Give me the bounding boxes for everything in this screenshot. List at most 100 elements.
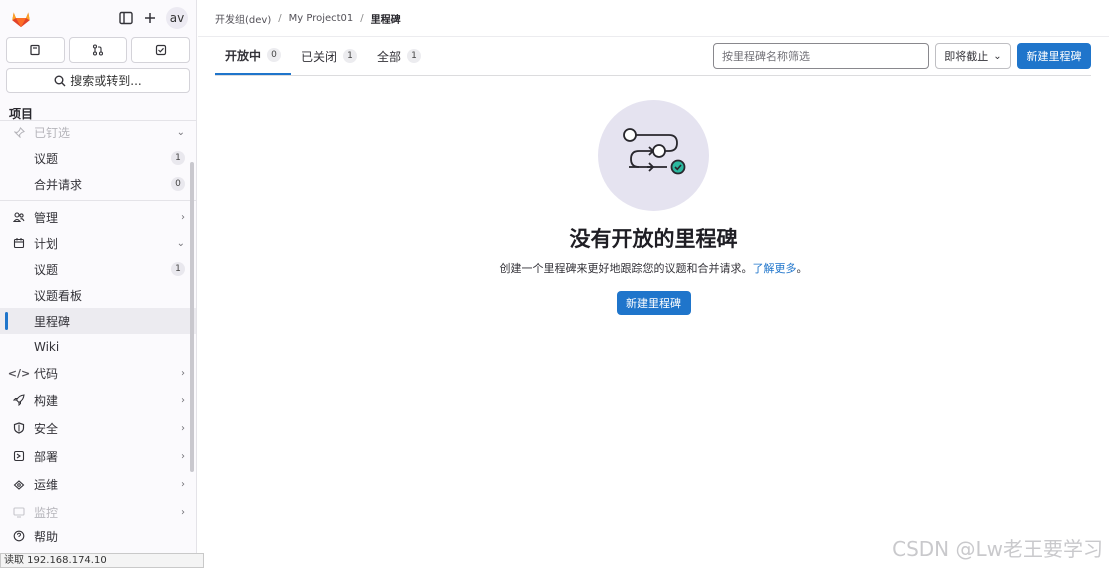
search-button[interactable]: 搜索或转到...	[6, 68, 190, 93]
avatar[interactable]: av	[166, 7, 188, 29]
sidebar-item-help[interactable]: 帮助	[0, 526, 196, 546]
tab-count-badge: 0	[267, 48, 282, 62]
sidebar-item-label: 监控	[34, 505, 59, 520]
sidebar-scrollbar[interactable]	[190, 162, 194, 472]
sidebar-top-bar: av	[0, 0, 196, 36]
rocket-icon	[11, 394, 27, 406]
sidebar-item-label: 安全	[34, 421, 59, 436]
monitor-icon	[11, 506, 27, 518]
breadcrumb-separator: /	[360, 12, 364, 24]
sidebar-item-milestones[interactable]: 里程碑	[0, 308, 196, 334]
chevron-right-icon: ›	[181, 367, 185, 379]
count-badge: 0	[171, 177, 185, 191]
milestone-illustration	[598, 100, 709, 211]
breadcrumb-current[interactable]: 里程碑	[371, 11, 401, 26]
cloud-gear-icon	[11, 478, 27, 490]
breadcrumb-project-link[interactable]: My Project01	[289, 13, 354, 24]
merge-requests-quick-button[interactable]	[68, 37, 128, 63]
chevron-right-icon: ›	[181, 211, 185, 223]
breadcrumb-separator: /	[278, 12, 282, 24]
sidebar-item-label: 部署	[34, 449, 59, 464]
main-content: 开发组(dev) / My Project01 / 里程碑 开放中 0 已关闭 …	[198, 0, 1109, 568]
sidebar-item-pinned-issues[interactable]: 议题 1	[0, 145, 196, 171]
help-icon	[11, 530, 27, 542]
issues-icon	[30, 44, 40, 56]
sidebar-item-label: 里程碑	[34, 314, 71, 329]
chevron-right-icon: ›	[181, 394, 185, 406]
tab-count-badge: 1	[407, 49, 422, 63]
sidebar-item-pinned[interactable]: 已钉选 ⌄	[0, 119, 196, 145]
todo-check-icon	[155, 44, 166, 56]
empty-state-title: 没有开放的里程碑	[569, 227, 738, 251]
quick-actions	[0, 36, 196, 63]
sidebar-item-security[interactable]: 安全 ›	[0, 414, 196, 442]
sidebar-item-plan[interactable]: 计划 ⌄	[0, 230, 196, 256]
sidebar-item-monitor[interactable]: 监控 ›	[0, 498, 196, 526]
sidebar-item-label: 议题	[34, 262, 59, 277]
sidebar: av 搜索或转到... 项目 已钉选 ⌄ 议题 1 合并请求 0 管理 › 计划…	[0, 0, 197, 568]
breadcrumb: 开发组(dev) / My Project01 / 里程碑	[198, 0, 1109, 37]
sidebar-item-manage[interactable]: 管理 ›	[0, 204, 196, 230]
chevron-right-icon: ›	[181, 506, 185, 518]
sidebar-item-deploy[interactable]: 部署 ›	[0, 442, 196, 470]
tab-label: 开放中	[225, 48, 262, 63]
sidebar-item-label: 议题看板	[34, 288, 83, 303]
merge-request-icon	[92, 44, 104, 56]
divider	[0, 200, 196, 201]
sidebar-item-label: Wiki	[34, 340, 60, 354]
shield-icon	[11, 422, 27, 434]
sidebar-item-label: 议题	[34, 151, 59, 166]
deploy-icon	[11, 450, 27, 462]
sidebar-item-operate[interactable]: 运维 ›	[0, 470, 196, 498]
sidebar-item-label: 帮助	[34, 529, 59, 544]
tab-closed[interactable]: 已关闭 1	[291, 37, 367, 75]
learn-more-link[interactable]: 了解更多	[753, 262, 797, 275]
chevron-down-icon: ⌄	[993, 50, 1002, 62]
todos-quick-button[interactable]	[131, 37, 191, 63]
sidebar-item-label: 管理	[34, 210, 59, 225]
new-milestone-button[interactable]: 新建里程碑	[1017, 43, 1091, 69]
chevron-right-icon: ›	[181, 422, 185, 434]
create-new-icon[interactable]	[138, 6, 162, 30]
empty-state-punct: 。	[796, 262, 808, 275]
calendar-icon	[11, 237, 27, 249]
tab-count-badge: 1	[343, 49, 358, 63]
sidebar-item-pinned-merge-requests[interactable]: 合并请求 0	[0, 171, 196, 197]
toggle-sidebar-icon[interactable]	[114, 6, 138, 30]
sidebar-item-label: 构建	[34, 393, 59, 408]
gitlab-logo-icon[interactable]	[10, 7, 32, 29]
sidebar-item-label: 合并请求	[34, 177, 83, 192]
sidebar-item-issue-board[interactable]: 议题看板	[0, 282, 196, 308]
section-label-project: 项目	[0, 93, 196, 121]
watermark: CSDN @Lw老王要学习	[892, 537, 1103, 561]
users-icon	[11, 211, 27, 223]
sidebar-item-plan-issues[interactable]: 议题 1	[0, 256, 196, 282]
new-milestone-button-center[interactable]: 新建里程碑	[616, 291, 691, 315]
sidebar-item-label: 计划	[34, 236, 59, 251]
empty-state-description: 创建一个里程碑来更好地跟踪您的议题和合并请求。了解更多。	[198, 260, 1109, 276]
chevron-right-icon: ›	[181, 450, 185, 462]
chevron-down-icon: ⌄	[176, 126, 185, 138]
issues-quick-button[interactable]	[6, 37, 65, 63]
milestone-filter-input[interactable]: 按里程碑名称筛选	[713, 43, 929, 69]
milestone-path-icon	[622, 127, 685, 174]
breadcrumb-group-link[interactable]: 开发组(dev)	[215, 11, 271, 26]
milestone-tabs: 开放中 0 已关闭 1 全部 1 按里程碑名称筛选 即将截止 ⌄ 新建里程碑	[215, 37, 1091, 76]
sidebar-nav: 已钉选 ⌄ 议题 1 合并请求 0 管理 › 计划 ⌄ 议题 1 议题看板 里程…	[0, 119, 196, 546]
count-badge: 1	[171, 151, 185, 165]
sidebar-item-label: 已钉选	[34, 125, 71, 140]
search-label: 搜索或转到...	[70, 74, 142, 88]
tab-label: 已关闭	[301, 49, 338, 64]
sidebar-item-wiki[interactable]: Wiki	[0, 334, 196, 360]
sidebar-item-build[interactable]: 构建 ›	[0, 386, 196, 414]
browser-status-bar: 读取 192.168.174.10	[0, 553, 204, 568]
count-badge: 1	[171, 262, 185, 276]
sort-dropdown[interactable]: 即将截止 ⌄	[935, 43, 1011, 69]
tab-open[interactable]: 开放中 0	[215, 37, 292, 75]
search-icon	[54, 75, 66, 86]
chevron-right-icon: ›	[181, 478, 185, 490]
tab-all[interactable]: 全部 1	[367, 37, 431, 75]
chevron-down-icon: ⌄	[176, 237, 185, 249]
sidebar-item-code[interactable]: </> 代码 ›	[0, 360, 196, 386]
code-icon: </>	[7, 366, 31, 380]
